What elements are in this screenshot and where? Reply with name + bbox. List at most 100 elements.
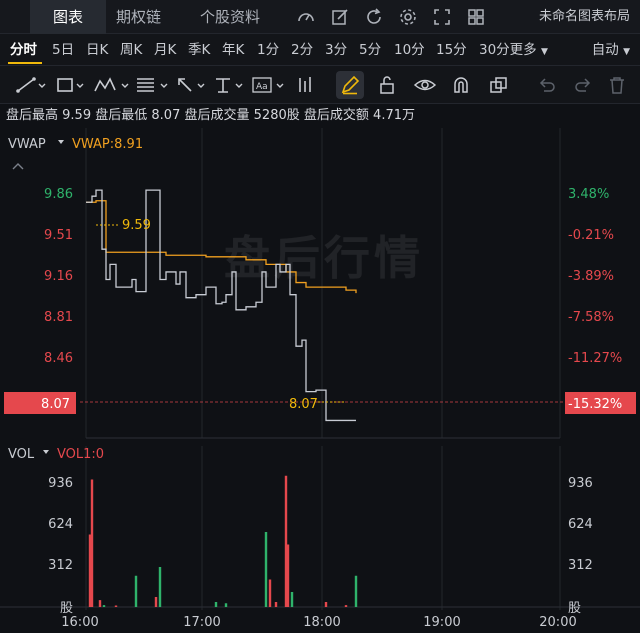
trend-line-icon[interactable]	[14, 74, 48, 96]
vol-tick-3-left: 312	[48, 558, 73, 573]
volume-bar	[224, 603, 228, 607]
font-style-icon[interactable]: Aa	[250, 74, 290, 96]
vwap-indicator-name[interactable]: VWAP	[8, 137, 46, 152]
low-label: 盘后最低	[95, 108, 148, 123]
measure-tool-icon[interactable]	[294, 74, 318, 96]
period-3min[interactable]: 3分	[325, 34, 347, 66]
high-label: 盘后最高	[6, 108, 59, 123]
delete-icon[interactable]	[606, 74, 628, 96]
period-yearly[interactable]: 年K	[222, 34, 244, 66]
period-more-label: 30分更多	[479, 42, 537, 58]
period-15min[interactable]: 15分	[436, 34, 467, 66]
rectangle-tool-icon[interactable]	[54, 74, 88, 96]
vol-tick-1-left: 936	[48, 476, 73, 491]
indicator-dropdown-icon[interactable]	[58, 140, 64, 144]
edit-icon[interactable]	[330, 7, 350, 27]
svg-text:Aa: Aa	[256, 82, 268, 92]
layout-selector[interactable]: 未命名图表布局	[539, 0, 630, 34]
high-value: 9.59	[62, 108, 92, 123]
period-weekly[interactable]: 周K	[120, 34, 142, 66]
volume-bar	[154, 597, 158, 607]
amount-value: 4.71万	[373, 108, 415, 123]
volume-bars	[88, 475, 358, 607]
layout-name: 未命名图表布局	[538, 9, 630, 24]
tab-option-chain[interactable]: 期权链	[116, 0, 161, 34]
volume-bar	[290, 592, 294, 607]
vol-tick-3-right: 312	[568, 558, 593, 573]
period-5day[interactable]: 5日	[52, 34, 74, 66]
chart-svg: 盘后行情 VWAP VWAP:8.91 9.86 9.51 9.16 8.81 …	[0, 128, 640, 630]
low-marker-label: 8.07	[289, 397, 318, 412]
grid-layout-icon[interactable]	[466, 7, 486, 27]
volume-bar	[264, 532, 268, 607]
time-tick-1700: 17:00	[183, 615, 220, 630]
vol-tick-2-left: 624	[48, 517, 73, 532]
volume-bar	[90, 479, 94, 607]
time-axis: 16:00 17:00 18:00 19:00 20:00	[61, 615, 576, 630]
volume-bar	[324, 602, 328, 607]
vol-indicator-value: VOL1:0	[57, 447, 104, 462]
volume-bar	[102, 605, 106, 607]
redo-icon[interactable]	[572, 74, 594, 96]
volume-bar	[114, 605, 118, 607]
undo-icon[interactable]	[536, 74, 558, 96]
clone-icon[interactable]	[487, 74, 509, 96]
time-tick-1600: 16:00	[61, 615, 98, 630]
price-tick-5: 8.46	[44, 351, 73, 366]
pencil-icon[interactable]	[339, 74, 361, 96]
fullscreen-icon[interactable]	[432, 7, 452, 27]
text-tool-icon[interactable]	[212, 74, 248, 96]
chart-area[interactable]: 盘后行情 VWAP VWAP:8.91 9.86 9.51 9.16 8.81 …	[0, 128, 640, 633]
volume-bar	[274, 602, 278, 607]
period-5min[interactable]: 5分	[359, 34, 381, 66]
volume-bar	[158, 567, 162, 607]
price-tick-4: 8.81	[44, 310, 73, 325]
pct-tick-2: -0.21%	[568, 228, 614, 243]
top-tab-bar: 图表 期权链 个股资料 未命名图表布局	[0, 0, 640, 34]
active-period-indicator	[8, 62, 42, 64]
tab-chart[interactable]: 图表	[30, 0, 106, 34]
fibonacci-tool-icon[interactable]	[134, 74, 174, 96]
pattern-tool-icon[interactable]	[92, 74, 134, 96]
period-daily[interactable]: 日K	[86, 34, 108, 66]
auto-scale-selector[interactable]: 自动 ▼	[592, 34, 630, 68]
period-monthly[interactable]: 月K	[154, 34, 176, 66]
price-tick-3: 9.16	[44, 269, 73, 284]
watermark: 盘后行情	[224, 231, 424, 285]
period-10min[interactable]: 10分	[394, 34, 425, 66]
current-price-label: 8.07	[41, 397, 70, 412]
eye-icon[interactable]	[413, 74, 437, 96]
drawing-toolbar: Aa	[0, 66, 640, 104]
settings-icon[interactable]	[398, 7, 418, 27]
time-tick-2000: 20:00	[539, 615, 576, 630]
magnet-icon[interactable]	[450, 74, 472, 96]
period-quarterly[interactable]: 季K	[188, 34, 210, 66]
high-marker-label: 9.59	[122, 218, 151, 233]
chevron-down-icon: ▼	[623, 47, 630, 57]
vol-unit-right: 股	[568, 601, 581, 616]
collapse-chevron-icon[interactable]	[12, 163, 24, 170]
vol-tick-1-right: 936	[568, 476, 593, 491]
volume-bar	[268, 579, 272, 607]
time-tick-1900: 19:00	[423, 615, 460, 630]
gauge-icon[interactable]	[296, 7, 316, 27]
arrow-tool-icon[interactable]	[174, 74, 210, 96]
period-more[interactable]: 30分更多 ▼	[479, 34, 548, 66]
pct-tick-3: -3.89%	[568, 269, 614, 284]
volume-bar	[98, 600, 102, 607]
vol-dropdown-icon[interactable]	[43, 450, 49, 454]
period-2min[interactable]: 2分	[291, 34, 313, 66]
pct-tick-1: 3.48%	[568, 187, 609, 202]
volume-bar	[344, 605, 348, 607]
volume-label: 盘后成交量	[184, 108, 250, 123]
after-hours-stats: 盘后最高 9.59 盘后最低 8.07 盘后成交量 5280股 盘后成交额 4.…	[6, 106, 415, 126]
lock-icon[interactable]	[376, 74, 398, 96]
pct-tick-5: -11.27%	[568, 351, 622, 366]
vol-unit-left: 股	[60, 601, 73, 616]
vol-tick-2-right: 624	[568, 517, 593, 532]
refresh-icon[interactable]	[364, 7, 384, 27]
vwap-indicator-value: VWAP:8.91	[72, 137, 143, 152]
vol-indicator-name[interactable]: VOL	[8, 447, 35, 462]
tab-company-profile[interactable]: 个股资料	[200, 0, 260, 34]
period-1min[interactable]: 1分	[257, 34, 279, 66]
